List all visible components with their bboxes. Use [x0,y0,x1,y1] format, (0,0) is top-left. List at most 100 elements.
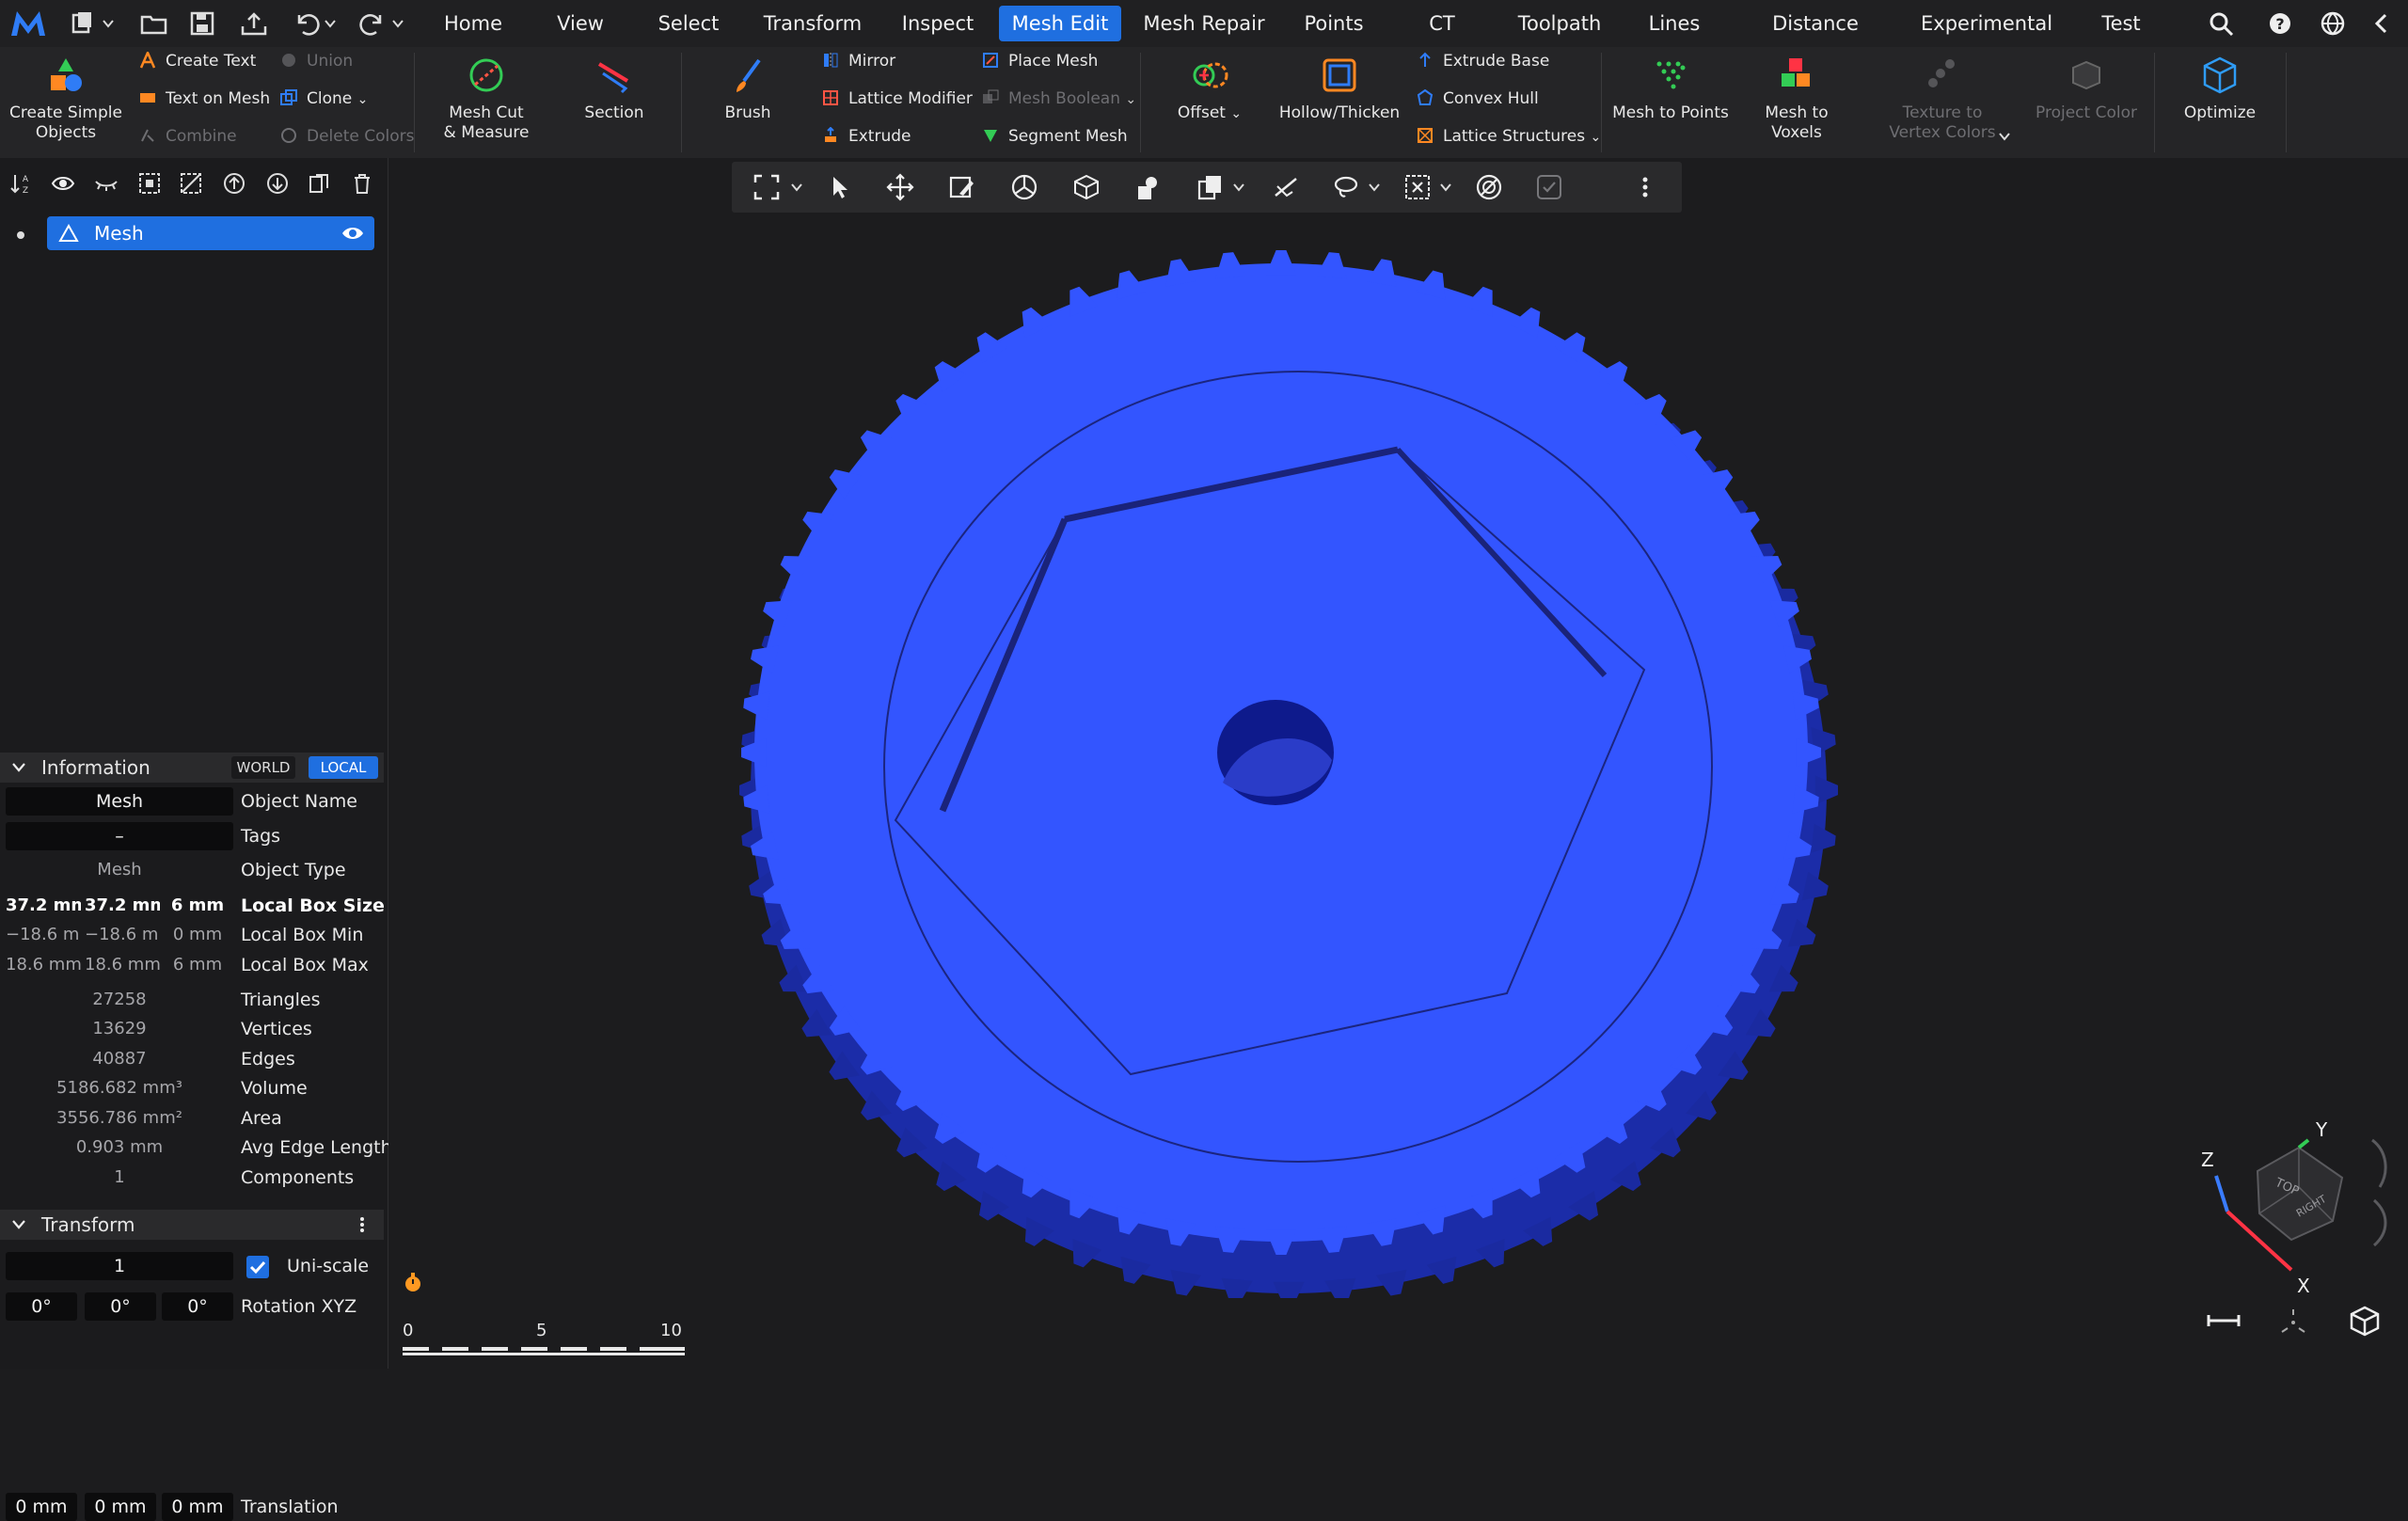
trash-icon[interactable] [350,171,374,196]
chevron-down-icon[interactable] [1439,181,1452,194]
tab-view[interactable]: View [546,6,615,41]
texture-to-vertex-colors-button[interactable]: Texture to Vertex Colors [1872,55,2013,143]
search-icon[interactable] [2207,9,2237,38]
mesh-boolean-button[interactable]: Mesh Boolean ⌄ [982,85,1136,113]
extrude-base-button[interactable]: Extrude Base [1417,47,1549,75]
tab-inspect[interactable]: Inspect [895,6,980,41]
mesh-to-voxels-button[interactable]: Mesh to Voxels [1738,55,1855,143]
hide-eye-icon[interactable] [94,171,119,196]
copy-view-icon[interactable] [1196,173,1225,201]
orbit-icon[interactable] [1010,173,1038,201]
open-folder-icon[interactable] [139,9,169,38]
shapes-view-icon[interactable] [1134,173,1163,201]
move-down-icon[interactable] [265,171,290,196]
segment-mesh-button[interactable]: Segment Mesh [982,122,1128,151]
mirror-button[interactable]: Mirror [822,47,895,75]
view-cube-icon[interactable] [2348,1304,2382,1338]
place-mesh-button[interactable]: Place Mesh [982,47,1098,75]
chevron-down-icon[interactable] [391,17,404,30]
mesh-to-points-button[interactable]: Mesh to Points [1610,55,1731,123]
no-backface-icon[interactable] [1475,173,1503,201]
tab-experimental[interactable]: Experimental [1921,6,2052,41]
help-icon[interactable]: ? [2265,9,2295,38]
duplicate-icon[interactable] [307,171,331,196]
lattice-modifier-button[interactable]: Lattice Modifier [822,85,973,113]
union-button[interactable]: Union [280,47,353,75]
chevron-down-icon[interactable] [1998,130,2011,143]
transform-header[interactable]: Transform [0,1210,384,1240]
move-arrows-icon[interactable] [886,173,914,201]
hollow-thicken-button[interactable]: Hollow/Thicken [1277,55,1402,123]
rotation-x-field[interactable]: 0° [6,1292,77,1321]
tab-toolpath[interactable]: Toolpath [1513,6,1607,41]
combine-button[interactable]: Combine [139,122,237,151]
translation-x-field[interactable]: 0 mm [6,1493,77,1521]
orientation-gizmo[interactable]: TOP RIGHT Z Y X [2182,1119,2408,1307]
translation-y-field[interactable]: 0 mm [85,1493,156,1521]
information-header[interactable]: Information WORLD LOCAL [0,753,384,783]
save-icon[interactable] [188,9,218,38]
delete-colors-button[interactable]: Delete Colors [280,122,415,151]
create-text-button[interactable]: Create Text [139,47,256,75]
tab-points[interactable]: Points [1298,6,1370,41]
tab-mesh-edit[interactable]: Mesh Edit [999,6,1121,41]
more-vertical-icon[interactable] [357,1215,367,1234]
show-eye-icon[interactable] [51,171,75,196]
deselect-icon[interactable] [179,171,203,196]
export-icon[interactable] [239,9,269,38]
tab-lines[interactable]: Lines [1642,6,1706,41]
confirm-check-icon[interactable] [1535,173,1563,201]
tree-item-mesh[interactable]: Mesh [47,216,374,250]
measure-ruler-icon[interactable] [2207,1309,2241,1332]
zoom-extents-icon[interactable] [2278,1306,2308,1336]
rotation-y-field[interactable]: 0° [85,1292,156,1321]
app-logo[interactable] [9,8,47,40]
fit-view-icon[interactable] [752,173,781,201]
box-select-icon[interactable] [1403,173,1432,201]
chevron-down-icon[interactable] [324,17,337,30]
tab-home[interactable]: Home [433,6,514,41]
collapse-chevron-left-icon[interactable] [2367,9,2397,38]
offset-button[interactable]: Offset ⌄ [1153,55,1266,124]
tab-transform[interactable]: Transform [758,6,867,41]
select-all-icon[interactable] [137,171,162,196]
tab-select[interactable]: Select [649,6,728,41]
redo-icon[interactable] [357,9,388,38]
project-color-button[interactable]: Project Color [2026,55,2147,123]
tab-test[interactable]: Test [2090,6,2152,41]
world-toggle[interactable]: WORLD [231,756,295,779]
uniscale-checkbox[interactable] [246,1256,269,1278]
translation-z-field[interactable]: 0 mm [162,1493,233,1521]
timer-icon[interactable] [401,1270,425,1294]
lasso-icon[interactable] [1332,173,1360,201]
more-vertical-icon[interactable] [1639,173,1652,201]
visibility-eye-icon[interactable] [341,224,365,243]
create-simple-objects-button[interactable]: Create Simple Objects [6,55,126,143]
convex-hull-button[interactable]: Convex Hull [1417,85,1539,113]
move-up-icon[interactable] [222,171,246,196]
clone-button[interactable]: Clone ⌄ [280,85,368,113]
section-button[interactable]: Section [564,55,664,123]
local-toggle[interactable]: LOCAL [309,756,378,779]
language-globe-icon[interactable] [2318,9,2348,38]
gear-mesh-render[interactable] [734,245,1844,1298]
tab-distance-maps[interactable]: Distance Maps [1744,6,1887,71]
extrude-button[interactable]: Extrude [822,122,911,151]
scale-field[interactable]: 1 [6,1252,233,1280]
text-on-mesh-button[interactable]: Text on Mesh [139,85,270,113]
tab-mesh-repair[interactable]: Mesh Repair [1140,6,1268,41]
tab-ct[interactable]: CT [1418,6,1465,41]
chevron-down-icon[interactable] [790,181,803,194]
brush-button[interactable]: Brush [696,55,800,123]
cube-wireframe-icon[interactable] [1072,173,1101,201]
chevron-down-icon[interactable] [102,17,115,30]
sort-az-icon[interactable]: AZ [9,171,34,196]
undo-icon[interactable] [292,9,322,38]
paint-select-icon[interactable] [948,173,976,201]
new-file-icon[interactable] [70,9,100,38]
tags-field[interactable]: – [6,822,233,850]
chevron-down-icon[interactable] [1232,181,1245,194]
select-arrow-icon[interactable] [826,173,854,201]
mesh-cut-measure-button[interactable]: Mesh Cut & Measure [425,55,547,143]
object-name-field[interactable]: Mesh [6,787,233,816]
